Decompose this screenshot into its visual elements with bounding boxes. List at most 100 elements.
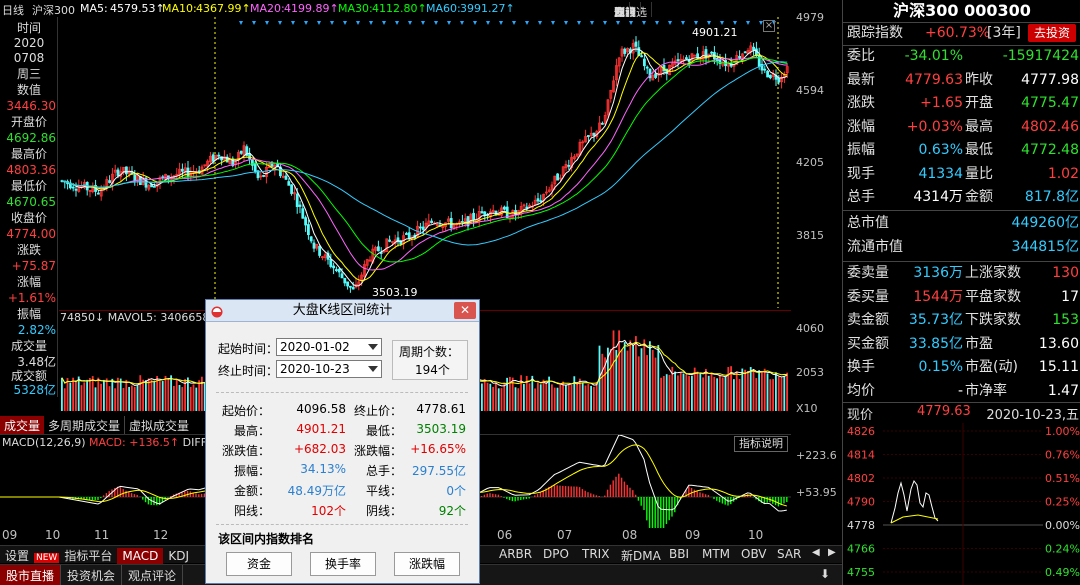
volume-bar <box>111 378 114 411</box>
rank-turnover-button[interactable]: 换手率 <box>310 552 376 576</box>
mini-pct-tick: 0.51% <box>1045 472 1080 485</box>
volume-bar <box>735 371 738 411</box>
candle-body <box>334 269 338 271</box>
amount-label: 成交额 <box>10 369 47 383</box>
signal-marker-icon <box>681 21 685 25</box>
candle-body <box>421 226 425 230</box>
volume-bar <box>153 380 156 411</box>
tab-sar[interactable]: SAR <box>772 546 806 562</box>
year-value: 2020 <box>13 36 45 50</box>
rank-change-button[interactable]: 涨跌幅 <box>394 552 460 576</box>
ma5-value: 4579.53↑ <box>110 2 165 15</box>
start-date-select[interactable]: 2020-01-02 <box>276 338 382 356</box>
quote-value-right: 13.60 <box>1038 335 1079 352</box>
quote-label-right: 市盈 <box>965 335 993 352</box>
candle-body <box>97 192 100 195</box>
volume-bar <box>623 342 626 411</box>
opinion-tab[interactable]: 观点评论 <box>122 565 184 585</box>
scroll-right-icon[interactable]: ▶ <box>826 546 838 559</box>
mini-pct-tick: 0.00% <box>1045 519 1080 532</box>
quote-value-right: 1.02 <box>1047 165 1079 182</box>
index-name: 沪深300 <box>32 4 75 17</box>
volume-bar <box>94 387 97 411</box>
tab-dpo[interactable]: DPO <box>538 546 574 562</box>
kline-chart[interactable] <box>59 17 791 308</box>
volume-bar <box>125 379 128 411</box>
end-date-select[interactable]: 2020-10-23 <box>276 360 382 378</box>
tab-arbr[interactable]: ARBR <box>494 546 537 562</box>
high-marker: 4901.21 <box>692 26 738 39</box>
ma10-label: MA10: <box>162 2 197 15</box>
volume-bar <box>629 340 632 411</box>
volume-bar <box>195 387 198 411</box>
opportunity-tab[interactable]: 投资机会 <box>61 565 123 585</box>
volume-bar <box>758 370 760 411</box>
volume-bar <box>609 348 612 411</box>
stat-value: 297.55亿 <box>412 464 466 478</box>
candle-body <box>769 74 772 79</box>
download-icon[interactable]: ⬇ <box>816 565 834 583</box>
candle-body <box>483 211 487 216</box>
close-label: 收盘价 <box>10 211 47 225</box>
tab-trix[interactable]: TRIX <box>577 546 614 562</box>
tab-virtual-volume[interactable]: 虚拟成交量 <box>125 416 193 435</box>
tab-indicator-platform[interactable]: 指标平台 <box>59 546 117 565</box>
mavol-label: 74850↓ MAVOL5: 34066586 <box>60 311 217 324</box>
quote-row: 涨幅 +0.03% 最高 4802.46 <box>847 116 1079 139</box>
volume-bar <box>178 385 181 411</box>
live-market-tab[interactable]: 股市直播 <box>0 565 62 585</box>
tab-volume[interactable]: 成交量 <box>0 416 45 435</box>
security-title: 沪深300 000300 <box>893 1 1031 20</box>
indicator-help-button[interactable]: 指标说明 <box>734 436 788 452</box>
signal-marker-icon <box>252 21 256 25</box>
candle-body <box>710 51 713 54</box>
month-label: 06 <box>497 528 513 542</box>
quote-value: -34.01% <box>904 48 963 64</box>
candle-body <box>752 46 755 51</box>
stat-label: 起始价： <box>221 404 270 418</box>
quote-row: 卖金额 35.73亿 下跌家数 153 <box>847 309 1079 332</box>
dialog-titlebar[interactable]: 大盘K线区间统计 ✕ <box>206 300 479 322</box>
volume-bar <box>142 379 144 411</box>
volume-bar <box>139 375 142 411</box>
quote-label: 委卖量 <box>847 265 889 281</box>
value-value: 3446.30 <box>6 99 56 113</box>
tab-mtm[interactable]: MTM <box>697 546 735 562</box>
volume-tick-3: X10 <box>796 402 818 415</box>
quote-label: 换手 <box>847 359 875 375</box>
close-icon[interactable]: ✕ <box>454 302 476 319</box>
tab-macd[interactable]: MACD <box>117 548 164 564</box>
box-button[interactable]: 口 <box>610 2 630 17</box>
intraday-chart[interactable]: 4826 1.00% 4814 0.76% 4802 0.51% 4790 0.25% 4778… <box>843 423 1080 585</box>
tab-multi-period-volume[interactable]: 多周期成交量 <box>44 416 126 435</box>
tab-dma[interactable]: 新DMA <box>616 546 666 565</box>
kline-chart-pane[interactable] <box>59 17 791 308</box>
scroll-left-icon[interactable]: ◀ <box>810 546 822 559</box>
candle-body <box>253 162 257 172</box>
volume-bar <box>170 375 172 411</box>
candle-body <box>262 175 266 177</box>
volume-bar <box>75 381 77 411</box>
tab-obv[interactable]: OBV <box>736 546 772 562</box>
invest-button[interactable]: 去投资 <box>1027 24 1076 42</box>
rank-capital-button[interactable]: 资金 <box>226 552 292 576</box>
volume-bar <box>677 375 679 411</box>
tab-bbi[interactable]: BBI <box>664 546 694 562</box>
date-value: 0708 <box>13 51 45 65</box>
current-price-label: 现价 <box>847 408 874 423</box>
period-label[interactable]: 日线 <box>2 2 24 17</box>
low-marker: 3503.19 <box>372 286 418 299</box>
volume-bar <box>167 378 170 411</box>
volume-label: 成交量 <box>10 339 47 353</box>
intraday-minichart[interactable]: 4826 1.00% 4814 0.76% 4802 0.51% 4790 0.25% 4778… <box>843 423 1080 585</box>
volume-bar <box>86 379 88 411</box>
volume-bar <box>486 382 489 411</box>
volume-bar <box>189 387 192 411</box>
tab-settings[interactable]: 设置 <box>0 546 34 565</box>
tab-kdj[interactable]: KDJ <box>163 548 194 564</box>
candle-body <box>685 57 688 60</box>
stat-label: 终止价： <box>353 404 402 418</box>
period-count-box: 周期个数： 194个 <box>392 340 468 380</box>
close-icon[interactable]: × <box>763 20 775 32</box>
close-value: 4774.00 <box>6 227 56 241</box>
